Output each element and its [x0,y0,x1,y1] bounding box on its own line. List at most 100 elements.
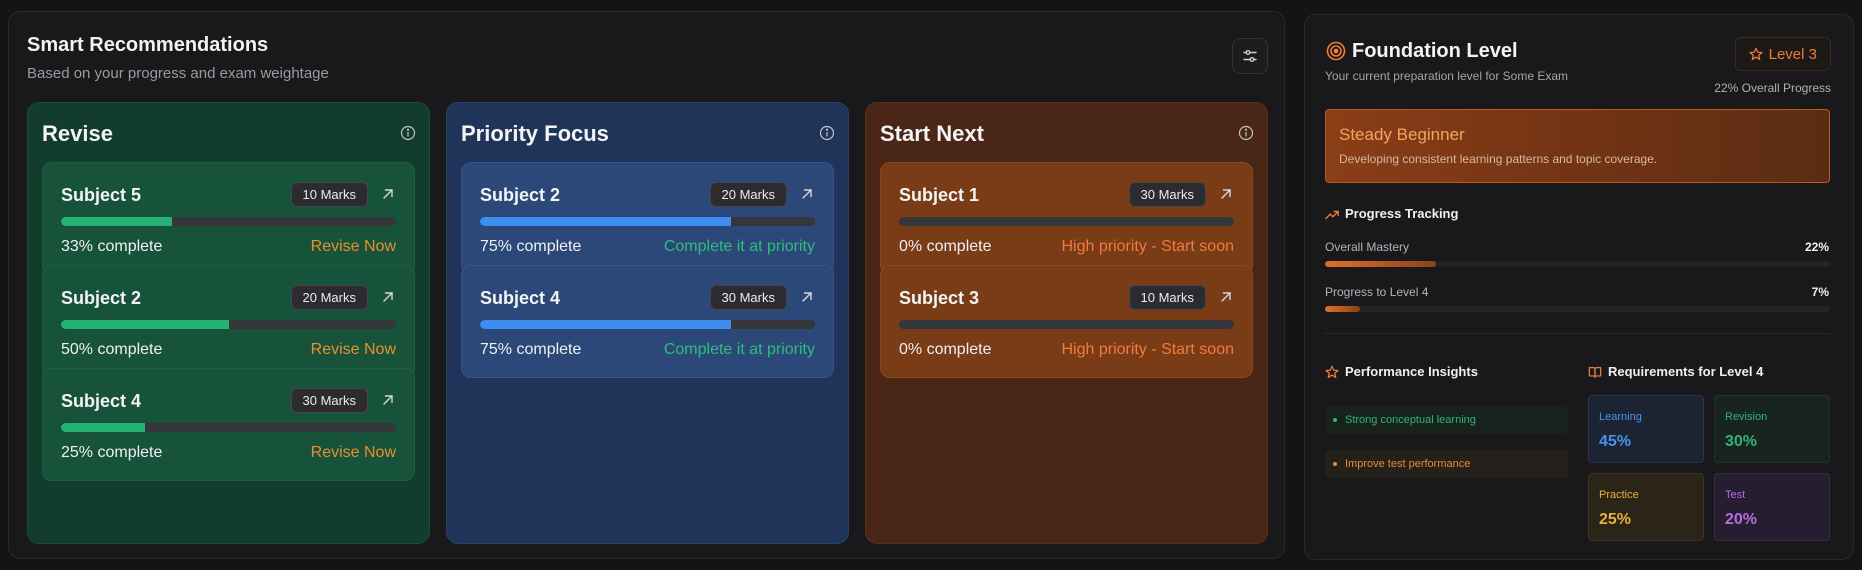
book-icon [1588,367,1602,378]
progress-fill [480,217,732,226]
requirement-label: Test [1725,489,1746,501]
subject-name: Subject 4 [480,288,561,308]
info-icon[interactable] [400,125,416,141]
requirement-value: 20% [1725,511,1758,528]
recommendations-title: Smart Recommendations [27,34,269,56]
progress-text: 75% complete [480,238,582,255]
arrow-up-right-icon[interactable] [380,289,396,305]
progress-bar [61,423,396,432]
requirement-card-learning: Learning 45% [1588,395,1704,463]
subject-card[interactable]: Subject 4 30 Marks 75% complete Complete… [461,265,834,378]
level-badge-button[interactable]: Level 3 [1734,37,1831,71]
subject-name: Subject 4 [61,391,142,411]
level-progress-fill [1325,306,1361,312]
column-title: Start Next [880,121,984,146]
subject-card[interactable]: Subject 3 10 Marks 0% complete High prio… [880,265,1253,378]
foundation-subtitle: Your current preparation level for Some … [1325,69,1569,83]
revise-column: Revise Subject 5 10 Marks 33% complete R… [27,102,430,544]
subject-card[interactable]: Subject 2 20 Marks 75% complete Complete… [461,162,834,275]
marks-badge: 30 Marks [1128,182,1206,207]
progress-bar [61,217,396,226]
progress-text: 33% complete [61,238,163,255]
progress-bar [480,217,815,226]
bullet-dot [1333,418,1337,422]
progress-tracking-title: Progress Tracking [1345,206,1459,221]
stage-banner: Steady Beginner Developing consistent le… [1325,109,1830,183]
marks-badge: 20 Marks [709,182,787,207]
divider [1325,333,1830,334]
requirements-title: Requirements for Level 4 [1608,364,1764,379]
subject-name: Subject 3 [899,288,980,308]
smart-recommendations-panel: Smart Recommendations Based on your prog… [8,11,1285,559]
arrow-up-right-icon[interactable] [799,289,815,305]
requirement-label: Revision [1725,411,1768,423]
action-link[interactable]: Revise Now [311,238,396,256]
overall-mastery-value: 22% [1804,240,1829,254]
action-link[interactable]: Complete it at priority [664,341,815,359]
subject-card[interactable]: Subject 4 30 Marks 25% complete Revise N… [42,368,415,481]
insights-title: Performance Insights [1345,364,1478,379]
action-link[interactable]: Revise Now [311,444,396,462]
requirement-label: Learning [1599,411,1642,423]
info-icon[interactable] [819,125,835,141]
requirement-card-revision: Revision 30% [1714,395,1830,463]
progress-fill [61,320,229,329]
action-link[interactable]: High priority - Start soon [1061,341,1234,359]
action-link[interactable]: Complete it at priority [664,238,815,256]
foundation-level-panel: Foundation Level Your current preparatio… [1304,14,1854,560]
start-next-column: Start Next Subject 1 30 Marks 0% complet… [865,102,1268,544]
column-title: Revise [42,121,113,146]
arrow-up-right-icon[interactable] [380,392,396,408]
subject-name: Subject 1 [899,185,980,205]
requirement-value: 25% [1599,511,1632,528]
column-title: Priority Focus [461,121,609,146]
filter-settings-icon [1243,50,1257,62]
overall-mastery-fill [1325,261,1437,267]
arrow-up-right-icon[interactable] [1218,186,1234,202]
subject-card[interactable]: Subject 1 30 Marks 0% complete High prio… [880,162,1253,275]
subject-name: Subject 2 [61,288,142,308]
arrow-up-right-icon[interactable] [1218,289,1234,305]
arrow-up-right-icon[interactable] [799,186,815,202]
marks-badge: 10 Marks [1128,285,1206,310]
foundation-title: Foundation Level [1352,40,1518,62]
insight-item: Strong conceptual learning [1325,406,1568,434]
subject-card[interactable]: Subject 2 20 Marks 50% complete Revise N… [42,265,415,378]
action-link[interactable]: Revise Now [311,341,396,359]
progress-bar [480,320,815,329]
overall-mastery-label: Overall Mastery [1325,240,1410,254]
info-icon[interactable] [1238,125,1254,141]
action-link[interactable]: High priority - Start soon [1061,238,1234,256]
requirement-value: 30% [1725,433,1758,450]
level-progress-value: 7% [1811,285,1829,299]
star-icon [1749,47,1763,61]
progress-text: 0% complete [899,341,992,358]
progress-text: 50% complete [61,341,163,358]
level-progress-bar [1325,306,1830,312]
priority-focus-column: Priority Focus Subject 2 20 Marks 75% co… [446,102,849,544]
requirement-card-test: Test 20% [1714,473,1830,541]
level-progress-label: Progress to Level 4 [1325,285,1429,299]
marks-badge: 30 Marks [290,388,368,413]
target-icon [1326,41,1346,61]
insight-text: Strong conceptual learning [1345,414,1476,426]
recommendations-subtitle: Based on your progress and exam weightag… [27,65,329,82]
arrow-up-right-icon[interactable] [380,186,396,202]
bullet-dot [1333,462,1337,466]
subject-card[interactable]: Subject 5 10 Marks 33% complete Revise N… [42,162,415,275]
requirement-label: Practice [1599,489,1639,501]
overall-mastery-bar [1325,261,1830,267]
progress-text: 25% complete [61,444,163,461]
requirement-value: 45% [1599,433,1632,450]
progress-fill [480,320,732,329]
marks-badge: 30 Marks [709,285,787,310]
overall-progress-text: 22% Overall Progress [1714,81,1831,95]
filter-settings-button[interactable] [1232,38,1268,74]
stage-title: Steady Beginner [1339,125,1465,144]
insight-item: Improve test performance [1325,450,1568,478]
marks-badge: 20 Marks [290,285,368,310]
trending-up-icon [1325,210,1339,220]
marks-badge: 10 Marks [290,182,368,207]
subject-name: Subject 2 [480,185,561,205]
progress-fill [61,217,172,226]
